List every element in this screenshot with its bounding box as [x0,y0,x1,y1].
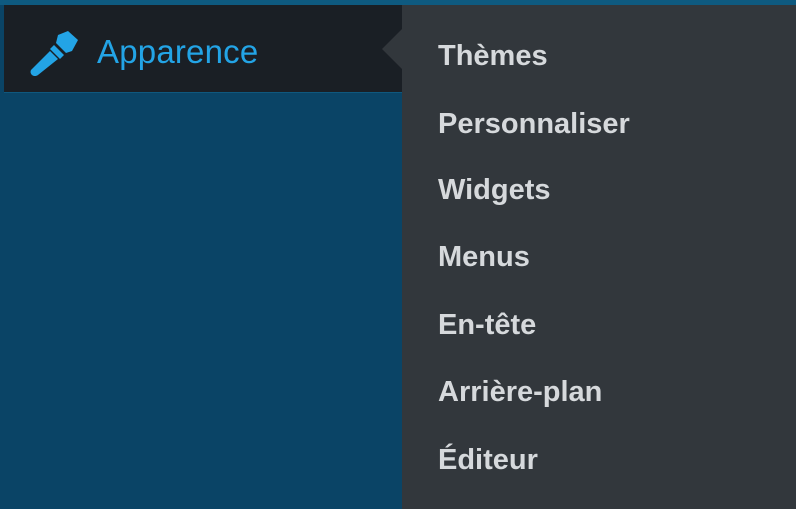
submenu-item-background[interactable]: Arrière-plan [438,370,602,414]
submenu-item-header[interactable]: En-tête [438,303,536,347]
submenu-item-customize[interactable]: Personnaliser [438,102,630,146]
submenu-item-menus[interactable]: Menus [438,235,530,279]
submenu-pointer [382,29,402,69]
submenu-item-themes[interactable]: Thèmes [438,34,548,78]
sidebar-divider [4,92,402,93]
submenu-item-widgets[interactable]: Widgets [438,168,551,212]
sidebar-item-appearance[interactable]: Apparence [4,5,402,92]
paintbrush-icon [28,31,78,77]
sidebar-item-label: Apparence [97,33,259,70]
submenu-item-editor[interactable]: Éditeur [438,438,538,482]
appearance-submenu: Thèmes Personnaliser Widgets Menus En-tê… [402,5,796,509]
